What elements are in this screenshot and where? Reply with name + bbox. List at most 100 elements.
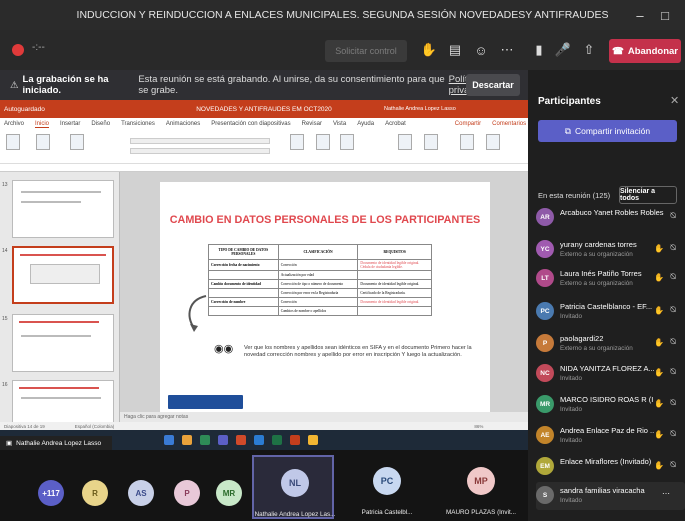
menu-transiciones[interactable]: Transiciones — [121, 121, 155, 127]
participant-subtitle: Externo a su organización — [560, 251, 633, 258]
more-options-icon[interactable]: ⋯ — [662, 489, 670, 498]
menu-diseno[interactable]: Diseño — [91, 121, 110, 127]
table-header: TIPO DE CAMBIO DE DATOS PERSONALES — [208, 244, 279, 260]
more-options-icon[interactable]: ⋯ — [496, 38, 518, 62]
slide-thumbnail-selected[interactable] — [12, 246, 114, 304]
meeting-toolbar: -:-- Solicitar control ✋ ▤ ☺ ⋯ ▮ 🎤 ⇧ ☎ A… — [0, 30, 685, 70]
taskbar-app-icon[interactable] — [182, 435, 192, 445]
banner-text: Esta reunión se está grabando. Al unirse… — [138, 74, 445, 96]
edit-icon[interactable] — [398, 134, 412, 150]
more-participants-badge[interactable]: +117 — [38, 480, 64, 506]
video-tile[interactable]: PC Patricia Castelbl... — [346, 455, 428, 519]
menu-revisar[interactable]: Revisar — [302, 121, 322, 127]
taskbar-app-icon[interactable] — [200, 435, 210, 445]
participant-row[interactable]: MR MARCO ISIDRO ROAS R (I... Invitado ✋ … — [536, 391, 685, 419]
participant-row-hovered[interactable]: S sandra familias viracacha Invitado ⋯ — [536, 482, 685, 510]
chat-icon[interactable]: ▤ — [444, 38, 466, 62]
taskbar-app-icon[interactable] — [218, 435, 228, 445]
participant-row[interactable]: AR Arcabuco Yanet Robles Robles ⦰ — [536, 204, 685, 232]
table-cell: Documento de identidad legible original. — [357, 279, 432, 289]
close-icon[interactable]: ✕ — [670, 94, 679, 107]
powerpoint-menu: Archivo Inicio Insertar Diseño Transicio… — [0, 118, 528, 130]
video-tile[interactable]: MP MAURO PLAZAS (Invit... — [440, 455, 522, 519]
dictate-icon[interactable] — [460, 134, 474, 150]
menu-archivo[interactable]: Archivo — [4, 121, 24, 127]
raise-hand-icon[interactable]: ✋ — [418, 38, 440, 62]
participant-row[interactable]: AE Andrea Enlace Paz de Rio ... Invitado… — [536, 422, 685, 450]
participant-row[interactable]: EM Enlace Miraflores (Invitado) ✋ ⦰ — [536, 453, 685, 481]
shapes-icon[interactable] — [290, 134, 304, 150]
current-slide[interactable]: CAMBIO EN DATOS PERSONALES DE LOS PARTIC… — [160, 182, 490, 412]
arrange-icon[interactable] — [316, 134, 330, 150]
font-controls[interactable] — [130, 138, 270, 144]
taskbar-app-icon[interactable] — [236, 435, 246, 445]
avatar[interactable]: MR — [216, 480, 242, 506]
zoom-level[interactable]: 86% — [474, 424, 483, 429]
share-link[interactable]: Compartir — [455, 121, 481, 127]
taskbar-app-icon[interactable] — [272, 435, 282, 445]
menu-vista[interactable]: Vista — [333, 121, 346, 127]
participant-row[interactable]: P paolagardi22 Externo a su organización… — [536, 330, 685, 358]
reactions-icon[interactable]: ☺ — [470, 38, 492, 62]
banner-lead: La grabación se ha iniciado. — [22, 74, 109, 96]
taskbar-app-icon[interactable] — [290, 435, 300, 445]
comments-link[interactable]: Comentarios — [492, 121, 526, 127]
avatar[interactable]: AS — [128, 480, 154, 506]
participant-row[interactable]: NC NIDA YANITZA FLOREZ A... Invitado ✋ ⦰ — [536, 360, 685, 388]
quick-styles-icon[interactable] — [340, 134, 354, 150]
slide-thumbnail[interactable] — [12, 314, 114, 372]
taskbar-app-icon[interactable] — [164, 435, 174, 445]
menu-insertar[interactable]: Insertar — [60, 121, 80, 127]
menu-ayuda[interactable]: Ayuda — [357, 121, 374, 127]
mute-all-button[interactable]: Silenciar a todos — [619, 186, 677, 204]
mic-off-icon[interactable]: 🎤 — [552, 38, 574, 62]
paste-icon[interactable] — [6, 134, 20, 150]
paragraph-controls[interactable] — [130, 148, 270, 154]
mic-off-icon: ⦰ — [670, 398, 677, 407]
table-row: Cambios de nombre o apellidos — [208, 306, 432, 316]
avatar: S — [536, 486, 554, 504]
dismiss-button[interactable]: Descartar — [466, 74, 520, 96]
avatar: PC — [536, 302, 554, 320]
table-cell: Cambio documento de identidad — [208, 279, 279, 289]
taskbar-app-icon[interactable] — [308, 435, 318, 445]
window-title: INDUCCION Y REINDUCCION A ENLACES MUNICI… — [76, 9, 609, 21]
new-slide-icon[interactable] — [36, 134, 50, 150]
participant-row[interactable]: YC yurany cardenas torres Externo a su o… — [536, 236, 685, 264]
participant-name: yurany cardenas torres — [560, 240, 637, 249]
share-screen-icon[interactable]: ⇧ — [578, 38, 600, 62]
mic-off-icon: ⦰ — [670, 243, 677, 252]
design-ideas-icon[interactable] — [486, 134, 500, 150]
maximize-icon[interactable]: □ — [650, 0, 680, 30]
mic-off-icon: ⦰ — [670, 337, 677, 346]
participant-subtitle: Invitado — [560, 375, 583, 382]
table-cell: Certificado de la Registraduría. — [357, 288, 432, 298]
participant-row[interactable]: LT Laura Inés Patiño Torres Externo a su… — [536, 265, 685, 293]
menu-acrobat[interactable]: Acrobat — [385, 121, 406, 127]
in-meeting-count: En esta reunión (125) — [538, 191, 611, 200]
request-control-button[interactable]: Solicitar control — [325, 40, 407, 62]
participant-row[interactable]: PC Patricia Castelblanco - EF... Invitad… — [536, 298, 685, 326]
camera-off-icon[interactable]: ▮ — [528, 38, 550, 62]
leave-button[interactable]: ☎ Abandonar — [609, 39, 681, 63]
meeting-timer: -:-- — [32, 42, 45, 53]
reuse-slides-icon[interactable] — [70, 134, 84, 150]
video-tile-active-speaker[interactable]: NL Nathalie Andrea Lopez Las... — [252, 455, 335, 519]
menu-inicio[interactable]: Inicio — [35, 121, 50, 128]
pdf-icon[interactable] — [424, 134, 438, 150]
phone-icon: ☎ — [612, 45, 624, 57]
avatar[interactable]: R — [82, 480, 108, 506]
table-cell — [208, 306, 279, 316]
avatar[interactable]: P — [174, 480, 200, 506]
avatar: LT — [536, 269, 554, 287]
table-row: Actualización por edad — [208, 270, 432, 280]
mic-off-icon: ⦰ — [670, 460, 677, 469]
avatar: AR — [536, 208, 554, 226]
menu-presentacion[interactable]: Presentación con diapositivas — [211, 121, 290, 127]
slide-thumbnail[interactable] — [12, 180, 114, 238]
share-invite-button[interactable]: ⧉ Compartir invitación — [538, 120, 677, 142]
raised-hand-icon: ✋ — [654, 244, 664, 253]
notes-pane[interactable]: Haga clic para agregar notas — [120, 412, 528, 422]
menu-animaciones[interactable]: Animaciones — [166, 121, 200, 127]
taskbar-app-icon[interactable] — [254, 435, 264, 445]
